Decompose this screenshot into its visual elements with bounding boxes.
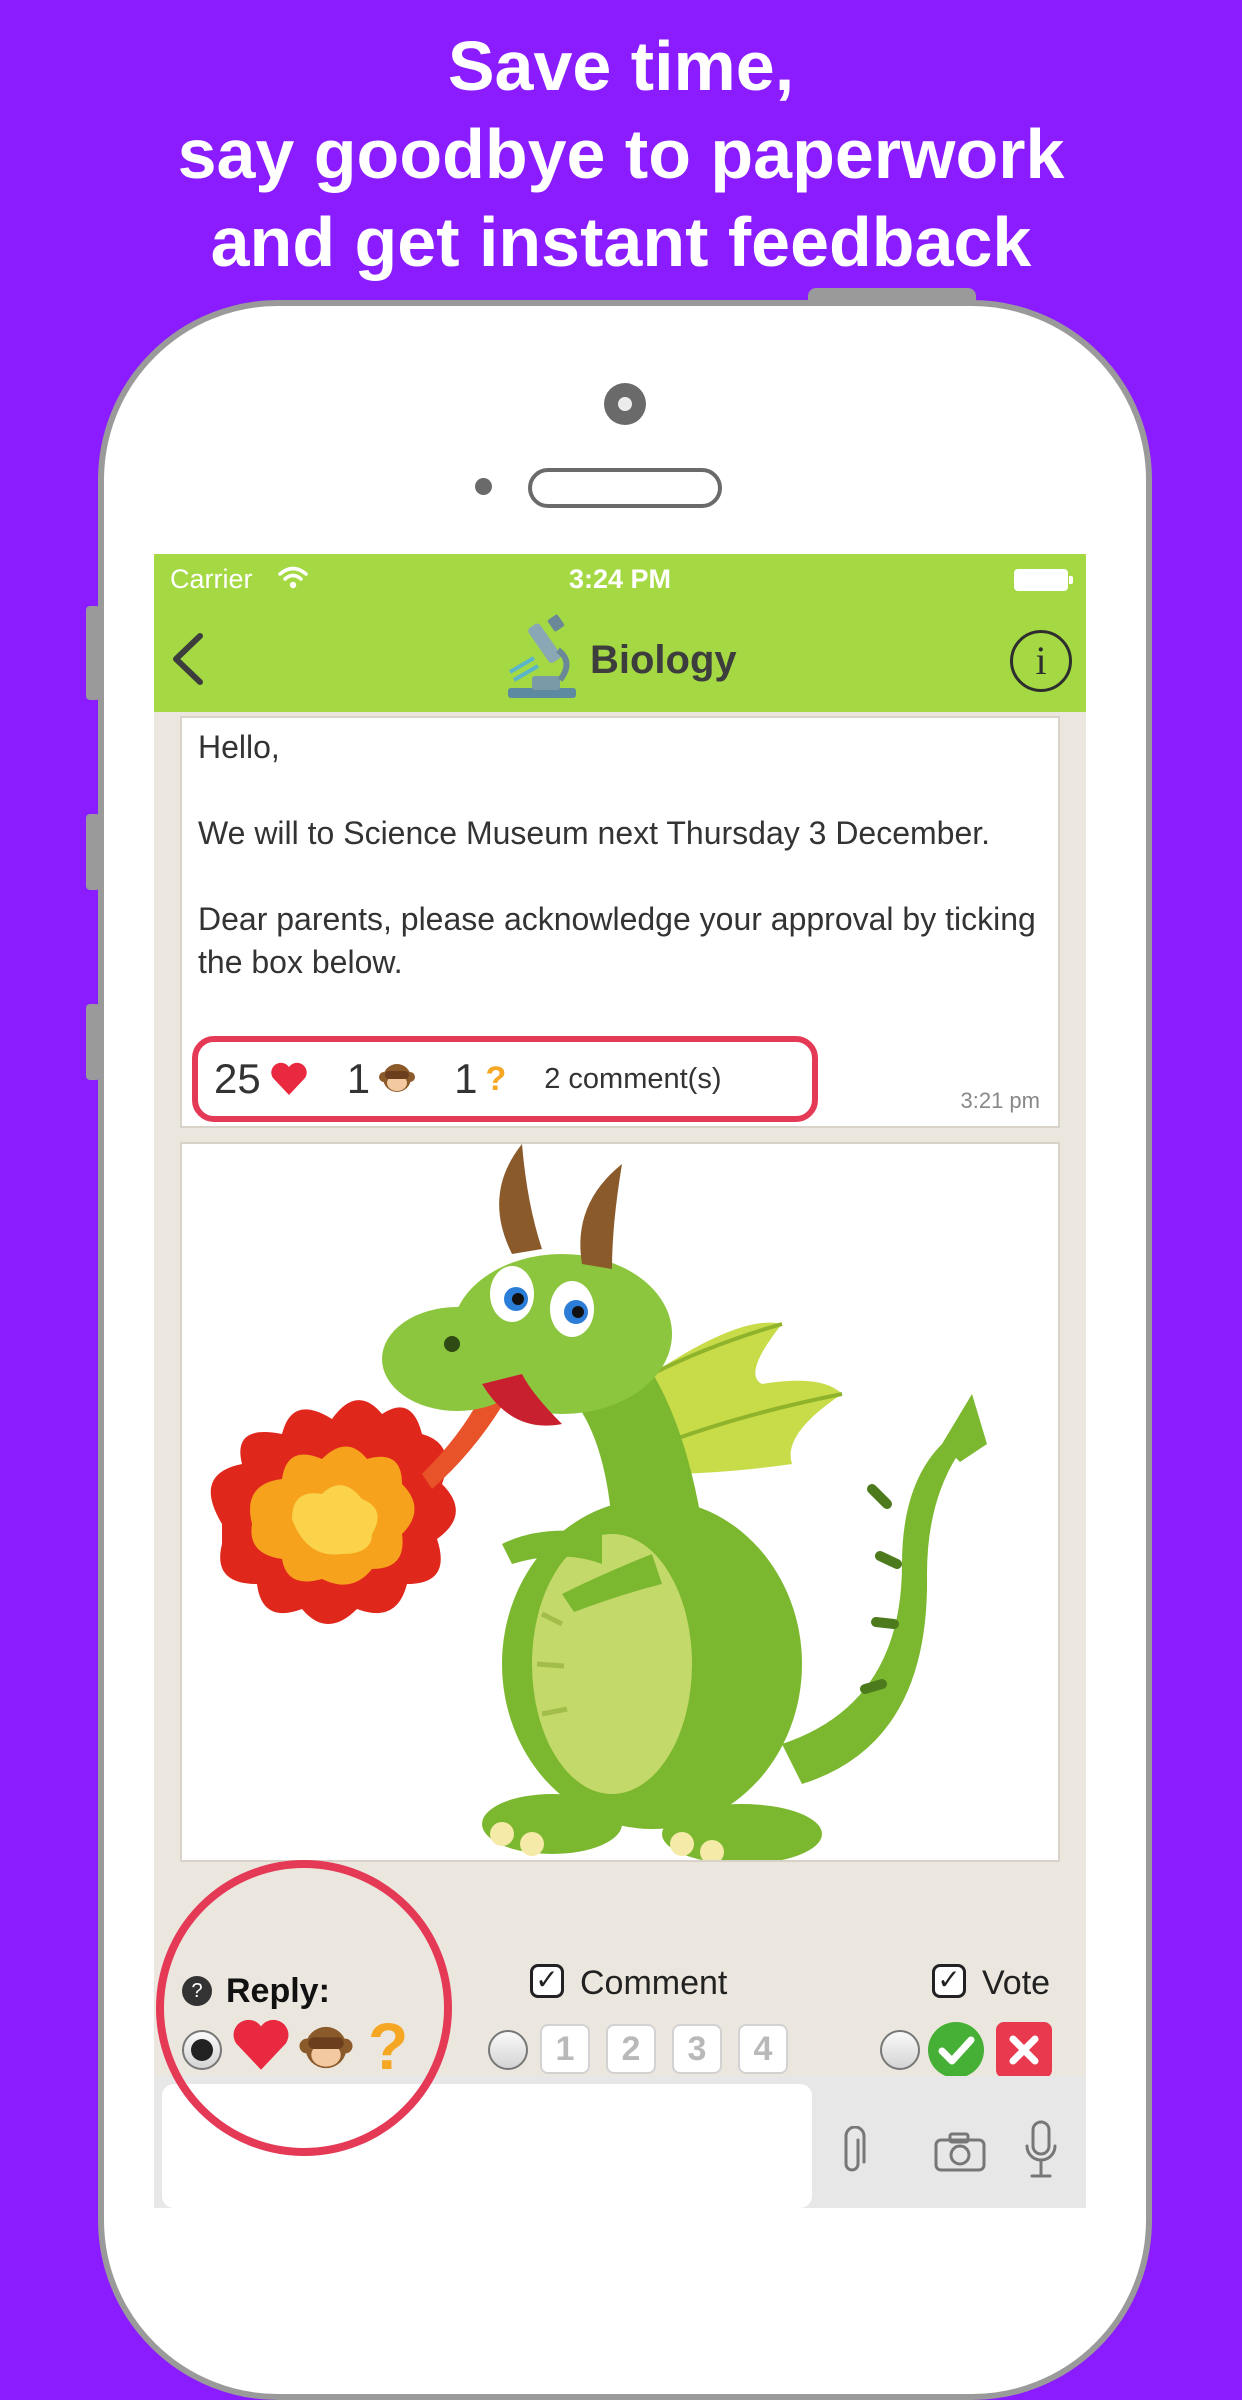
number-button-2[interactable]: 2 [606,2024,656,2074]
input-bar [154,2076,1086,2208]
monkey-reaction[interactable]: 1 [347,1055,416,1103]
heart-reaction[interactable]: 25 [214,1055,309,1103]
message-text: Hello, We will to Science Museum next Th… [198,726,1038,984]
status-bar: Carrier 3:24 PM [154,554,1086,604]
paperclip-icon[interactable] [838,2125,868,2181]
comment-label: Comment [580,1964,728,2002]
help-icon[interactable]: ? [182,1976,212,2006]
reply-heart-icon[interactable] [230,2016,292,2079]
camera-icon[interactable] [934,2132,986,2177]
message-card: Hello, We will to Science Museum next Th… [180,716,1060,1128]
headline-line-3: and get instant feedback [210,203,1032,281]
question-reaction[interactable]: 1 ? [454,1055,506,1103]
reply-radio[interactable] [182,2030,222,2070]
vote-label: Vote [982,1964,1051,2002]
reply-question-icon[interactable]: ? [368,2008,408,2084]
vote-checkbox[interactable]: ✓ [932,1964,966,1998]
nav-title: Biology [590,637,737,682]
heart-count: 25 [214,1055,261,1102]
front-camera [604,383,646,425]
message-timestamp: 3:21 pm [960,1088,1041,1113]
comment-checkbox[interactable]: ✓ [530,1964,564,1998]
status-time: 3:24 PM [568,564,672,594]
proximity-sensor [475,478,492,495]
vote-radio[interactable] [880,2030,920,2070]
headline-line-2: say goodbye to paperwork [177,115,1065,193]
nav-bar: Biology i [154,604,1086,712]
monkey-count: 1 [346,1055,371,1102]
headline: Save time, say goodbye to paperwork and … [0,22,1242,286]
comment-radio[interactable] [488,2030,528,2070]
microphone-icon[interactable] [1024,2120,1058,2185]
reactions-summary[interactable]: 25 1 1 ? 2 comment(s) [192,1036,818,1122]
message-greeting: Hello, [198,729,280,765]
message-body-2: Dear parents, please acknowledge your ap… [198,901,1036,980]
check-icon[interactable] [928,2022,984,2078]
comments-link[interactable]: 2 comment(s) [544,1063,721,1096]
number-button-3[interactable]: 3 [672,2024,722,2074]
dragon-image[interactable] [180,1142,1060,1862]
nav-title-group: Biology [504,614,737,707]
cross-icon[interactable] [996,2022,1052,2078]
reply-monkey-icon[interactable] [298,2022,354,2081]
question-icon: ? [485,1059,507,1098]
battery-icon [1014,569,1073,591]
back-chevron-icon[interactable] [168,632,208,691]
number-button-1[interactable]: 1 [540,2024,590,2074]
reply-label: Reply: [226,1972,330,2010]
number-button-4[interactable]: 4 [738,2024,788,2074]
monkey-icon [378,1062,416,1096]
microscope-icon [504,614,580,707]
info-icon[interactable]: i [1010,630,1072,692]
message-input[interactable] [162,2084,812,2208]
message-body-1: We will to Science Museum next Thursday … [198,815,991,851]
question-count: 1 [454,1055,478,1102]
headline-line-1: Save time, [447,27,795,105]
reply-panel: ? Reply: ? ✓ Comment 1 2 3 4 ✓ Vote [154,1862,1086,2083]
app-screen: Carrier 3:24 PM Biology i Hello, We will… [154,554,1086,2208]
heart-icon [269,1061,309,1097]
earpiece-speaker [528,468,722,508]
